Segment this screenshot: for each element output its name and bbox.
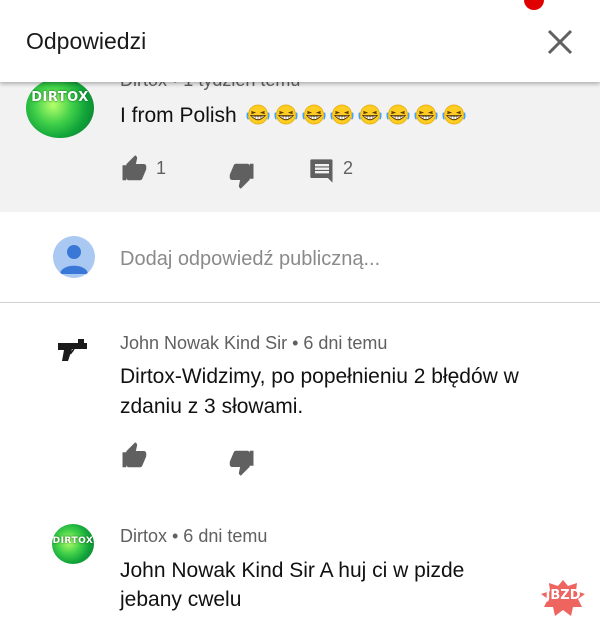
close-button[interactable] <box>540 22 580 62</box>
avatar[interactable]: DIRTOX <box>52 524 94 564</box>
avatar-label: DIRTOX <box>52 536 94 546</box>
grinning-squinting-face-emoji <box>386 104 410 125</box>
thumbs-up-icon <box>122 442 147 468</box>
grinning-squinting-face-emoji <box>414 104 438 125</box>
like-button[interactable] <box>120 154 150 184</box>
comment-meta: Dirtox • 1 tydzień temu <box>120 82 300 91</box>
page-title: Odpowiedzi <box>26 28 147 54</box>
avatar[interactable] <box>52 330 94 372</box>
jbzd-watermark: JBZD <box>541 580 585 616</box>
parent-comment: DIRTOX Dirtox • 1 tydzień temu I from Po… <box>0 82 600 212</box>
reply-input[interactable] <box>120 244 560 274</box>
dislike-button[interactable] <box>226 160 256 190</box>
add-reply-row <box>0 212 600 302</box>
comment-text-line2: zdaniu z 3 słowami. <box>120 395 304 418</box>
grinning-squinting-face-emoji <box>358 104 382 125</box>
comment-icon <box>310 159 333 183</box>
dislike-button[interactable] <box>226 447 256 477</box>
person-icon <box>60 245 88 274</box>
thumbs-down-icon <box>229 450 254 476</box>
thumbs-down-icon <box>229 163 254 189</box>
grinning-squinting-face-emoji <box>302 104 326 125</box>
like-button[interactable] <box>120 441 150 471</box>
comment-text-body: I from Polish <box>120 104 237 127</box>
like-count: 1 <box>156 158 167 178</box>
comment-meta: Dirtox • 6 dni temu <box>120 526 268 546</box>
close-icon <box>547 29 573 55</box>
comment-meta: John Nowak Kind Sir • 6 dni temu <box>120 333 388 353</box>
emoji-row <box>243 104 467 127</box>
comment-text-line1: John Nowak Kind Sir A huj ci w pizde <box>120 559 465 582</box>
pistol-icon <box>58 339 87 361</box>
replies-header: Odpowiedzi <box>0 0 600 82</box>
comment-text-line2: jebany cwelu <box>120 588 242 611</box>
reply-count: 2 <box>343 158 354 178</box>
grinning-squinting-face-emoji <box>330 104 354 125</box>
avatar-label: DIRTOX <box>31 90 89 105</box>
comment-text: I from Polish <box>120 101 467 131</box>
user-avatar <box>53 236 95 278</box>
thumbs-up-icon <box>122 155 147 181</box>
comment-text-line1: Dirtox-Widzimy, po popełnieniu 2 błędów … <box>120 365 519 388</box>
grinning-squinting-face-emoji <box>442 104 466 125</box>
avatar[interactable]: DIRTOX <box>26 82 94 138</box>
section-divider <box>0 302 600 303</box>
grinning-squinting-face-emoji <box>274 104 298 125</box>
reply-comments-button[interactable] <box>308 157 336 185</box>
watermark-label: JBZD <box>545 588 581 603</box>
grinning-squinting-face-emoji <box>246 104 270 125</box>
